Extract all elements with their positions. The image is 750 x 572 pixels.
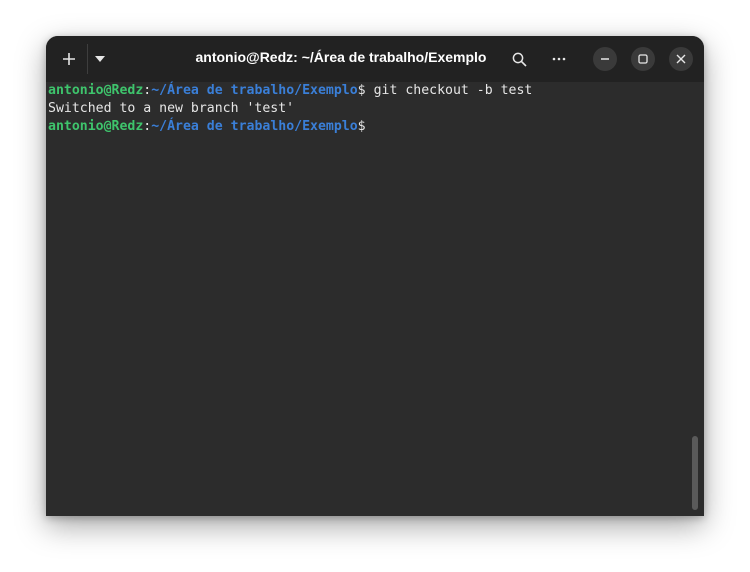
plus-icon	[63, 53, 75, 65]
window-title: antonio@Redz: ~/Área de trabalho/Exemplo	[195, 49, 487, 65]
search-button[interactable]	[504, 43, 534, 75]
prompt-dollar: $	[357, 83, 366, 98]
tab-menu-dropdown-button[interactable]	[89, 43, 111, 75]
terminal-line[interactable]: antonio@Redz:~/Área de trabalho/Exemplo$	[48, 118, 366, 136]
ellipsis-icon	[552, 57, 566, 61]
search-icon	[512, 52, 527, 67]
toolbar-divider	[87, 44, 88, 74]
prompt-dollar: $	[357, 119, 366, 134]
minimize-button[interactable]	[593, 47, 617, 71]
prompt-user: antonio@Redz	[48, 83, 144, 98]
prompt-path: ~/Área de trabalho/Exemplo	[151, 119, 358, 134]
triangle-down-icon	[95, 56, 105, 62]
prompt-path: ~/Área de trabalho/Exemplo	[151, 83, 358, 98]
new-tab-button[interactable]	[54, 43, 84, 75]
close-icon	[676, 54, 686, 64]
minimize-icon	[601, 58, 609, 60]
title-bar[interactable]: antonio@Redz: ~/Área de trabalho/Exemplo	[46, 36, 704, 82]
close-button[interactable]	[669, 47, 693, 71]
vertical-scrollbar[interactable]	[692, 436, 698, 510]
prompt-user: antonio@Redz	[48, 119, 144, 134]
maximize-icon	[638, 54, 648, 64]
terminal-line: Switched to a new branch 'test'	[48, 100, 294, 118]
command-output: Switched to a new branch 'test'	[48, 101, 295, 116]
more-options-button[interactable]	[544, 43, 574, 75]
terminal-window: antonio@Redz: ~/Área de trabalho/Exemplo	[46, 36, 704, 516]
maximize-button[interactable]	[631, 47, 655, 71]
command-text: git checkout -b test	[365, 83, 533, 98]
terminal-line: antonio@Redz:~/Área de trabalho/Exemplo$…	[48, 82, 532, 100]
terminal-output-area[interactable]: antonio@Redz:~/Área de trabalho/Exemplo$…	[46, 82, 704, 516]
